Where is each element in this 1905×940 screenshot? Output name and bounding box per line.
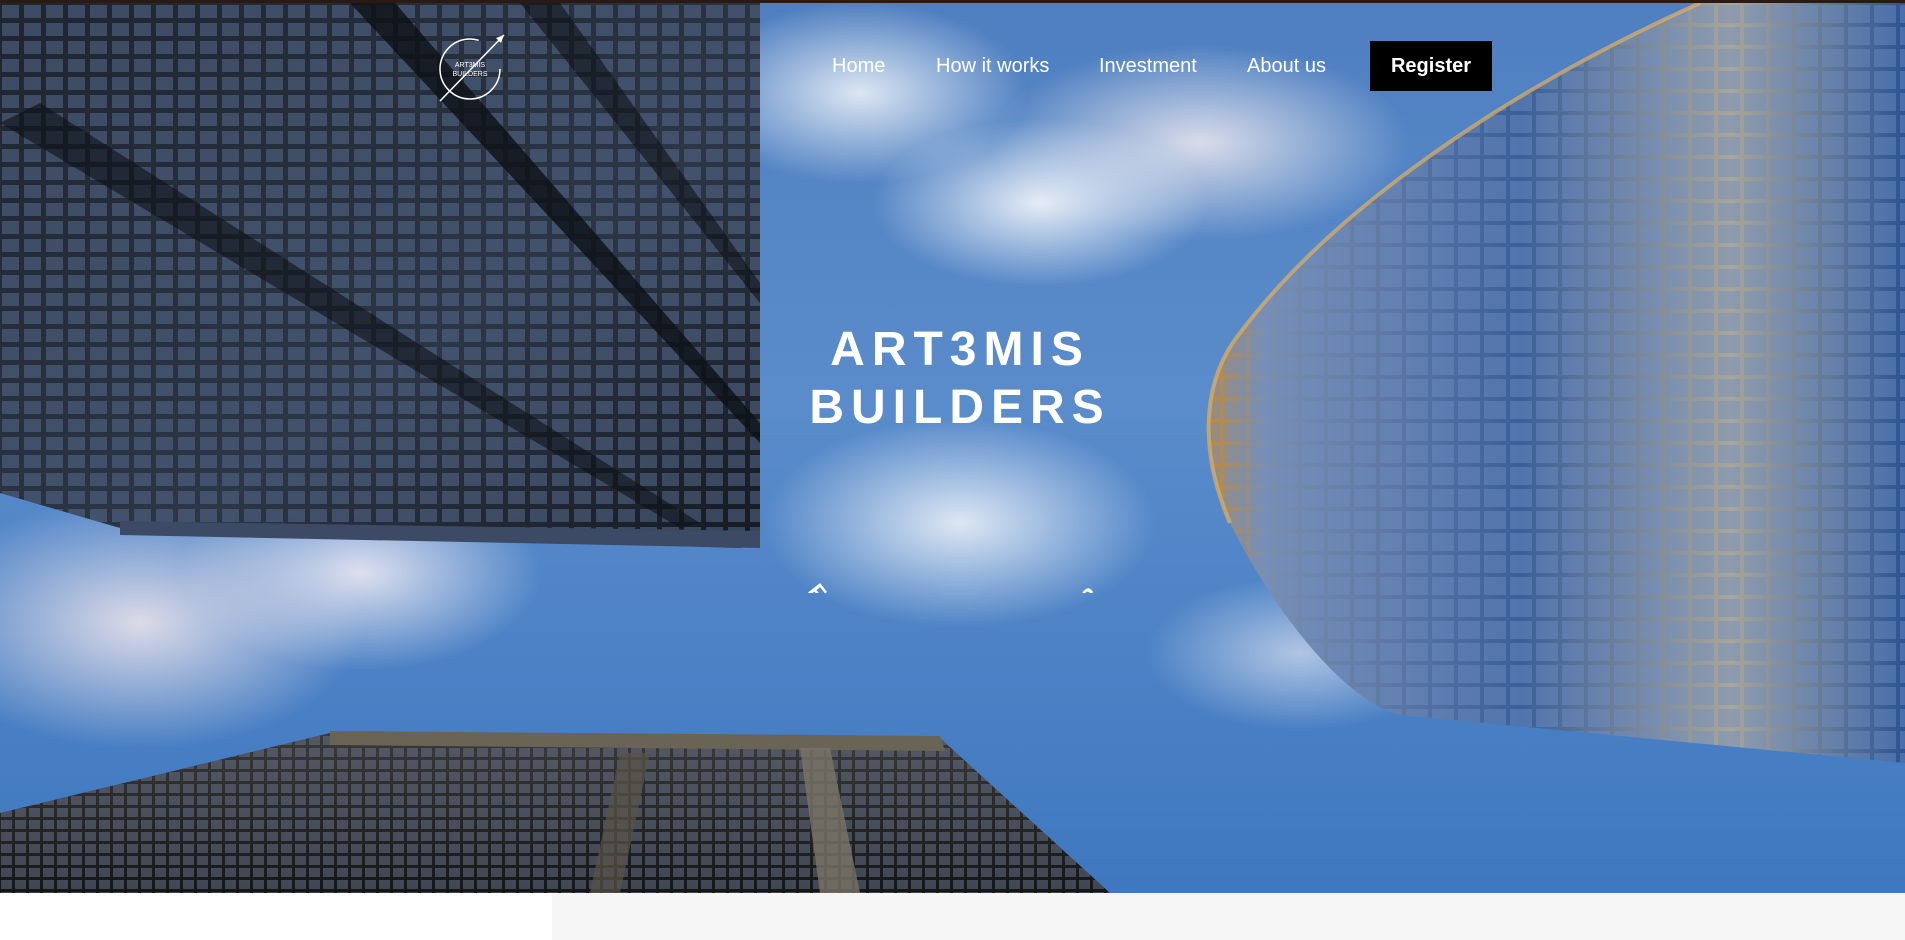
nav-item-how-it-works[interactable]: How it works <box>936 55 1049 78</box>
register-button[interactable]: Register <box>1370 41 1492 91</box>
content-section-top <box>552 893 1905 940</box>
hero-tagline-text: FROM THE GROUND UP <box>803 579 1101 593</box>
hero-title-line1: ART3MIS <box>830 323 1090 376</box>
hero-section: ART3MIS BUILDERS Home How it works Inves… <box>0 3 1905 893</box>
hero-title: ART3MIS BUILDERS <box>700 321 1220 437</box>
nav-item-about-us[interactable]: About us <box>1247 55 1326 78</box>
nav-item-home[interactable]: Home <box>832 55 885 78</box>
svg-text:FROM THE GROUND UP: FROM THE GROUND UP <box>803 579 1106 593</box>
hero-tagline: FROM THE GROUND UP <box>803 579 1106 593</box>
main-nav: Home How it works Investment About us Re… <box>0 41 1905 91</box>
nav-item-investment[interactable]: Investment <box>1099 55 1197 78</box>
